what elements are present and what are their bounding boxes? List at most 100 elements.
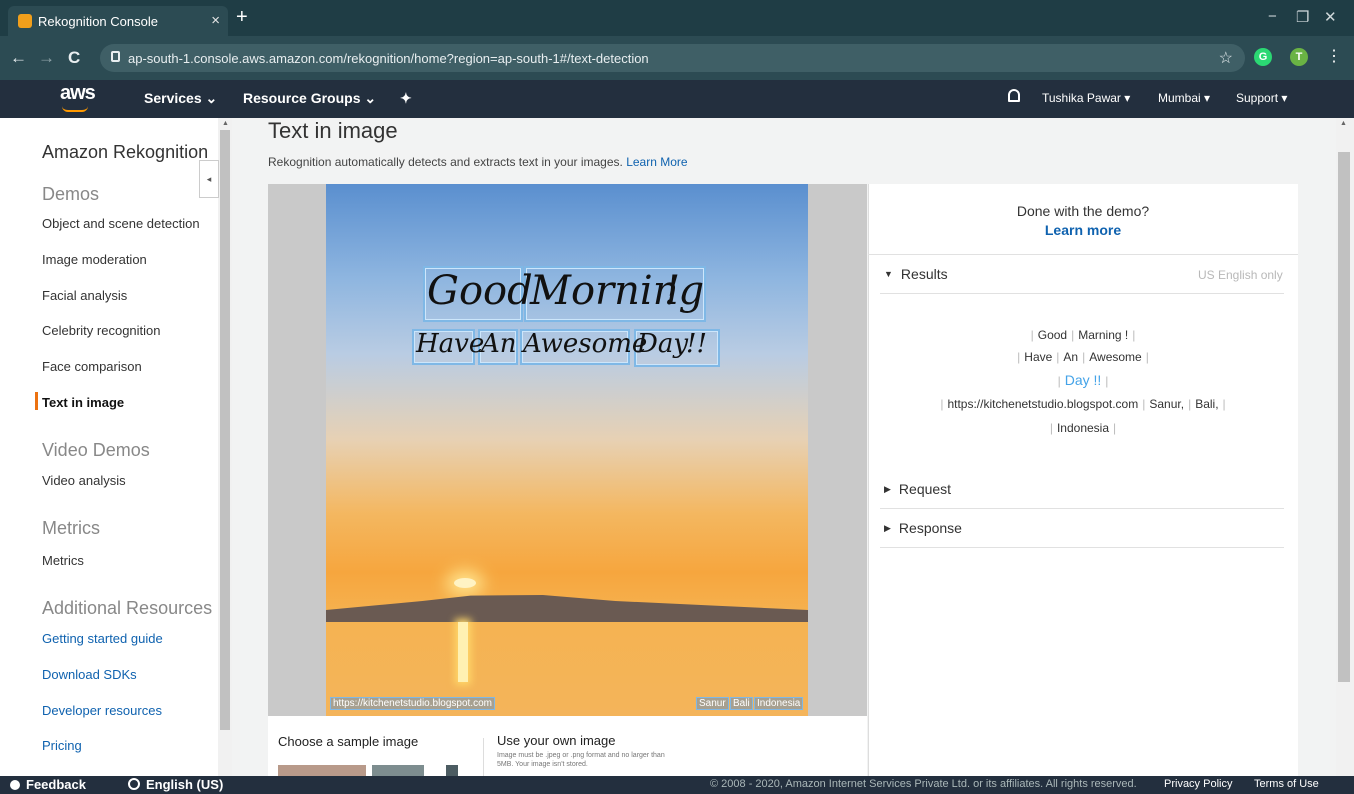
aws-footer: Feedback English (US) © 2008 - 2020, Ama…: [0, 776, 1354, 794]
aws-smile-icon: [62, 106, 88, 112]
result-word-highlighted[interactable]: Day !!: [1065, 372, 1102, 388]
sample-thumbnail[interactable]: [278, 765, 366, 776]
image-word: !: [664, 268, 681, 314]
scroll-up-icon[interactable]: ▲: [222, 120, 229, 127]
result-word[interactable]: Have: [1024, 350, 1052, 364]
results-toggle[interactable]: ▼ Results: [884, 266, 948, 282]
result-word[interactable]: https://kitchenetstudio.blogspot.com: [947, 397, 1138, 411]
language-selector[interactable]: English (US): [128, 777, 223, 792]
sidebar-heading-demos: Demos: [42, 184, 100, 204]
pin-icon[interactable]: ✦: [400, 90, 412, 107]
result-line: | Have | An | Awesome |: [1017, 350, 1149, 364]
grammarly-extension-icon[interactable]: G: [1254, 48, 1272, 66]
sidebar-item-face-comparison[interactable]: Face comparison: [42, 359, 142, 374]
sidebar-link-download-sdks[interactable]: Download SDKs: [42, 667, 137, 682]
sample-thumbnail[interactable]: [372, 765, 424, 776]
aws-top-nav: aws Services ⌄ Resource Groups ⌄ ✦ Tushi…: [0, 80, 1354, 118]
forward-icon[interactable]: →: [38, 48, 55, 68]
image-word: Day: [637, 329, 689, 359]
services-menu[interactable]: Services ⌄: [144, 90, 217, 107]
sidebar-link-pricing[interactable]: Pricing: [42, 738, 82, 753]
result-word[interactable]: An: [1063, 350, 1078, 364]
sidebar-item-object-detection[interactable]: Object and scene detection: [42, 216, 200, 231]
response-toggle[interactable]: ▶ Response: [884, 520, 962, 536]
sidebar-link-developer-resources[interactable]: Developer resources: [42, 703, 162, 718]
window-close-icon[interactable]: ✕: [1324, 8, 1337, 26]
browser-tab[interactable]: Rekognition Console ×: [8, 6, 228, 36]
sidebar-item-video-analysis[interactable]: Video analysis: [42, 473, 126, 488]
maximize-icon[interactable]: ❐: [1296, 8, 1309, 26]
browser-tab-bar: Rekognition Console × + − ❐ ✕: [0, 0, 1354, 36]
privacy-policy-link[interactable]: Privacy Policy: [1164, 778, 1232, 790]
choose-sample-label: Choose a sample image: [278, 734, 419, 749]
results-label: Results: [900, 266, 948, 282]
back-icon[interactable]: ←: [10, 48, 27, 68]
sidebar-item-metrics[interactable]: Metrics: [42, 553, 84, 568]
page-title: Text in image: [268, 118, 398, 143]
browser-menu-icon[interactable]: ⋮: [1326, 46, 1342, 66]
result-word[interactable]: Marning !: [1078, 328, 1128, 342]
watermark-url[interactable]: https://kitchenetstudio.blogspot.com: [330, 697, 495, 710]
result-line: | Indonesia |: [1049, 421, 1117, 435]
scroll-up-icon[interactable]: ▲: [1340, 120, 1347, 127]
profile-avatar[interactable]: T: [1290, 48, 1308, 66]
use-own-image-label: Use your own image: [497, 733, 616, 748]
user-menu[interactable]: Tushika Pawar ▾: [1042, 91, 1130, 105]
image-word: !!: [686, 329, 707, 359]
region-menu[interactable]: Mumbai ▾: [1158, 91, 1210, 105]
sidebar-link-getting-started[interactable]: Getting started guide: [42, 631, 163, 646]
watermark-word[interactable]: Indonesia: [754, 697, 804, 710]
collapse-sidebar-button[interactable]: ◂: [199, 160, 219, 198]
watermark-word[interactable]: Sanur: [696, 697, 729, 710]
island-silhouette: [326, 595, 808, 622]
image-word: Good: [427, 268, 533, 314]
result-line: | Good | Marning ! |: [1030, 328, 1136, 342]
upload-note: Image must be .jpeg or .png format and n…: [497, 752, 665, 768]
page-subtitle: Rekognition automatically detects and ex…: [268, 155, 688, 169]
result-line: | https://kitchenetstudio.blogspot.com | Sa…: [940, 397, 1226, 411]
result-line: | Day !! |: [1057, 372, 1109, 388]
sample-photo: Good Morning ! Have An Awesome Day !! ht…: [326, 184, 808, 716]
result-word[interactable]: Good: [1038, 328, 1067, 342]
sidebar-item-celebrity-recognition[interactable]: Celebrity recognition: [42, 323, 161, 338]
result-word[interactable]: Sanur,: [1149, 397, 1184, 411]
new-tab-button[interactable]: +: [236, 6, 248, 29]
language-label: English (US): [146, 777, 224, 792]
sidebar-item-image-moderation[interactable]: Image moderation: [42, 252, 147, 267]
aws-logo[interactable]: aws: [60, 82, 96, 112]
divider: [483, 738, 484, 776]
tab-title: Rekognition Console: [38, 13, 158, 29]
request-toggle[interactable]: ▶ Request: [884, 481, 951, 497]
sidebar-heading-video-demos: Video Demos: [42, 440, 150, 460]
resource-groups-menu[interactable]: Resource Groups ⌄: [243, 90, 376, 107]
aws-logo-text: aws: [60, 82, 96, 104]
terms-of-use-link[interactable]: Terms of Use: [1254, 778, 1319, 790]
sample-thumbnail[interactable]: [446, 765, 458, 776]
page-subtitle-text: Rekognition automatically detects and ex…: [268, 155, 623, 169]
reload-icon[interactable]: C: [68, 48, 80, 68]
done-with-demo-text: Done with the demo?: [1016, 203, 1150, 219]
result-word[interactable]: Indonesia: [1057, 421, 1109, 435]
sidebar-scroll-thumb[interactable]: [220, 130, 230, 730]
sidebar-item-facial-analysis[interactable]: Facial analysis: [42, 288, 127, 303]
support-menu[interactable]: Support ▾: [1236, 91, 1287, 105]
sidebar-item-text-in-image[interactable]: Text in image: [42, 395, 124, 410]
learn-more-link[interactable]: Learn More: [626, 155, 687, 169]
result-word[interactable]: Awesome: [1089, 350, 1141, 364]
notifications-bell-icon[interactable]: [1008, 89, 1020, 102]
sample-thumbnails[interactable]: [278, 765, 468, 776]
divider: [880, 293, 1284, 294]
feedback-button[interactable]: Feedback: [10, 777, 86, 792]
image-word: An: [481, 329, 517, 359]
page-scroll-thumb[interactable]: [1338, 152, 1350, 682]
watermark-word[interactable]: Bali: [730, 697, 753, 710]
url-text: ap-south-1.console.aws.amazon.com/rekogn…: [128, 50, 649, 66]
url-bar[interactable]: ap-south-1.console.aws.amazon.com/rekogn…: [100, 44, 1245, 72]
minimize-icon[interactable]: −: [1268, 8, 1277, 25]
sidebar-title: Amazon Rekognition: [42, 142, 209, 162]
bookmark-star-icon[interactable]: ☆: [1219, 48, 1233, 68]
learn-more-button[interactable]: Learn more: [868, 222, 1298, 238]
result-word[interactable]: Bali,: [1195, 397, 1218, 411]
feedback-label: Feedback: [26, 777, 86, 792]
tab-close-icon[interactable]: ×: [211, 12, 220, 29]
